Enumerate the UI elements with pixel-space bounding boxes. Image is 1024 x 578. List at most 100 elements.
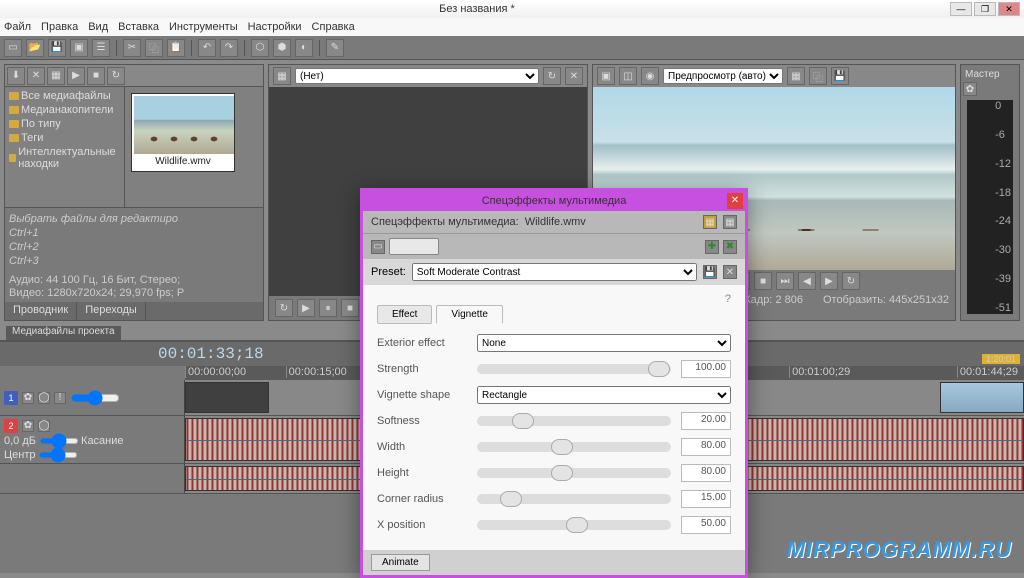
undo-icon[interactable]: ↶ (198, 39, 216, 57)
strength-slider[interactable] (477, 364, 671, 374)
quality-icon[interactable]: ◉ (641, 67, 659, 85)
save-preset-icon[interactable]: 💾 (703, 265, 717, 279)
animate-button[interactable]: Animate (371, 554, 430, 571)
play-icon[interactable]: ▶ (297, 299, 315, 317)
minimize-button[interactable]: — (950, 2, 972, 16)
loop-icon[interactable]: ↻ (275, 299, 293, 317)
tool-icon[interactable]: ✎ (326, 39, 344, 57)
fx-select[interactable]: (Нет) (295, 68, 539, 84)
properties-icon[interactable]: ☰ (92, 39, 110, 57)
fx-options-icon[interactable]: ▦ (723, 215, 737, 229)
play-icon[interactable]: ▶ (67, 67, 85, 85)
save-icon[interactable]: 💾 (48, 39, 66, 57)
prev-frame-icon[interactable]: ◀ (798, 272, 816, 290)
height-slider[interactable] (477, 468, 671, 478)
pan-crop-icon[interactable]: ▭ (371, 240, 385, 254)
pause-icon[interactable]: ⏸ (319, 299, 337, 317)
chain-icon[interactable]: ▦ (273, 67, 291, 85)
video-clip[interactable] (185, 382, 269, 413)
stop-icon[interactable]: ■ (754, 272, 772, 290)
xpos-slider[interactable] (477, 520, 671, 530)
fx-close-button[interactable]: ✕ (727, 193, 743, 209)
height-value[interactable]: 80.00 (681, 464, 731, 482)
fx-dialog-title-bar[interactable]: Спецэффекты мультимедиа ✕ (363, 191, 745, 211)
menu-file[interactable]: Файл (4, 21, 31, 33)
track-level-slider[interactable] (70, 394, 120, 402)
softness-slider[interactable] (477, 416, 671, 426)
copy-icon[interactable]: ⿻ (145, 39, 163, 57)
menu-help[interactable]: Справка (312, 21, 355, 33)
maximize-button[interactable]: ❐ (974, 2, 996, 16)
preview-mode-select[interactable]: Предпросмотр (авто) (663, 68, 783, 84)
stop-icon[interactable]: ■ (87, 67, 105, 85)
add-fx-icon[interactable]: ✚ (705, 240, 719, 254)
refresh-icon[interactable]: ↻ (107, 67, 125, 85)
xpos-value[interactable]: 50.00 (681, 516, 731, 534)
tab-effect[interactable]: Effect (377, 305, 432, 324)
preset-select[interactable]: Soft Moderate Contrast (412, 263, 697, 281)
fx-plugin-chip[interactable] (389, 238, 439, 255)
remove-icon[interactable]: ✕ (27, 67, 45, 85)
tree-item-smart[interactable]: Интеллектуальные находки (7, 145, 122, 171)
autofade-icon[interactable]: ◐ (295, 39, 313, 57)
delete-preset-icon[interactable]: ✕ (723, 265, 737, 279)
split-icon[interactable]: ◫ (619, 67, 637, 85)
marker[interactable]: 1:20;01 (982, 354, 1020, 364)
external-icon[interactable]: ▣ (597, 67, 615, 85)
close-button[interactable]: ✕ (998, 2, 1020, 16)
render-icon[interactable]: ▣ (70, 39, 88, 57)
audio-track-header-b[interactable] (0, 464, 185, 493)
views-icon[interactable]: ▦ (47, 67, 65, 85)
video-clip-2[interactable] (940, 382, 1024, 413)
fx-delete-icon[interactable]: ✕ (565, 67, 583, 85)
tab-vignette[interactable]: Vignette (436, 305, 503, 324)
tab-transitions[interactable]: Переходы (77, 302, 146, 320)
exterior-select[interactable]: None (477, 334, 731, 352)
tree-item-tags[interactable]: Теги (7, 131, 122, 145)
ripple-icon[interactable]: ⬢ (273, 39, 291, 57)
tree-item-drives[interactable]: Медианакопители (7, 103, 122, 117)
fx-refresh-icon[interactable]: ↻ (543, 67, 561, 85)
width-value[interactable]: 80.00 (681, 438, 731, 456)
corner-value[interactable]: 15.00 (681, 490, 731, 508)
snap-icon[interactable]: ⬡ (251, 39, 269, 57)
track-fx-icon[interactable]: ✿ (22, 392, 34, 404)
save-frame-icon[interactable]: 💾 (831, 67, 849, 85)
width-slider[interactable] (477, 442, 671, 452)
fx-pan-icon[interactable]: ▦ (703, 215, 717, 229)
track-mute-icon[interactable]: ◯ (38, 420, 50, 432)
stop-icon[interactable]: ■ (341, 299, 359, 317)
strength-value[interactable]: 100.00 (681, 360, 731, 378)
overlays-icon[interactable]: ▦ (787, 67, 805, 85)
media-thumb[interactable]: Wildlife.wmv (131, 93, 235, 172)
vol-slider[interactable] (39, 438, 79, 444)
track-mute-icon[interactable]: ◯ (38, 392, 50, 404)
track-fx-icon[interactable]: ✿ (22, 420, 34, 432)
menu-settings[interactable]: Настройки (248, 21, 302, 33)
tab-explorer[interactable]: Проводник (5, 302, 77, 320)
softness-value[interactable]: 20.00 (681, 412, 731, 430)
import-icon[interactable]: ⬇ (7, 67, 25, 85)
open-icon[interactable]: 📂 (26, 39, 44, 57)
copy-frame-icon[interactable]: ⿻ (809, 67, 827, 85)
video-track-header[interactable]: 1 ✿ ◯ ! (0, 380, 185, 415)
remove-fx-icon[interactable]: ✖ (723, 240, 737, 254)
menu-insert[interactable]: Вставка (118, 21, 159, 33)
master-fx-icon[interactable]: ✿ (963, 82, 977, 96)
new-icon[interactable]: ▭ (4, 39, 22, 57)
menu-edit[interactable]: Правка (41, 21, 78, 33)
tree-item-bytype[interactable]: По типу (7, 117, 122, 131)
cut-icon[interactable]: ✂ (123, 39, 141, 57)
redo-icon[interactable]: ↷ (220, 39, 238, 57)
shape-select[interactable]: Rectangle (477, 386, 731, 404)
audio-track-header[interactable]: 2 ✿ ◯ 0,0 дБ Касание Центр (0, 416, 185, 463)
corner-slider[interactable] (477, 494, 671, 504)
fx-help-icon[interactable]: ? (377, 293, 731, 305)
tree-item-all[interactable]: Все медиафайлы (7, 89, 122, 103)
track-solo-icon[interactable]: ! (54, 392, 66, 404)
pan-slider[interactable] (38, 452, 78, 458)
paste-icon[interactable]: 📋 (167, 39, 185, 57)
menu-tools[interactable]: Инструменты (169, 21, 238, 33)
menu-view[interactable]: Вид (88, 21, 108, 33)
next-frame-icon[interactable]: ▶ (820, 272, 838, 290)
